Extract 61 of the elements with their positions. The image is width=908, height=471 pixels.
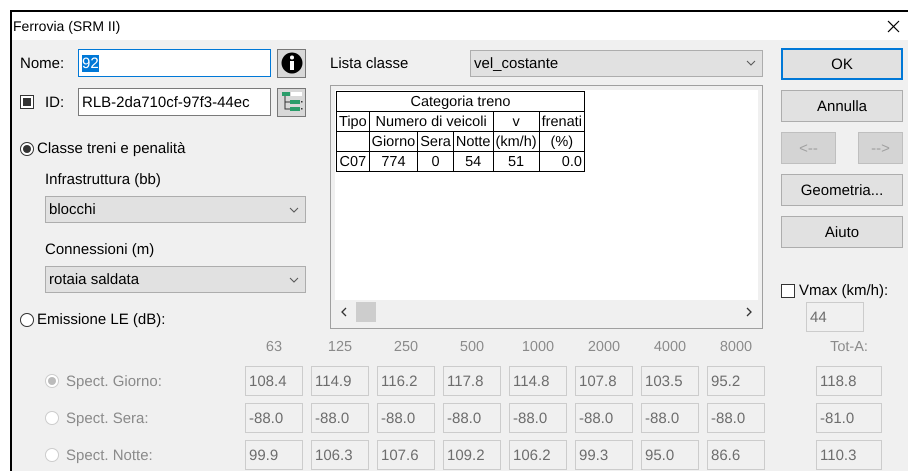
dialog-button[interactable]: Geometria... (781, 174, 903, 206)
dialog-button[interactable]: Aiuto (781, 216, 903, 248)
table-cell: 54 (453, 152, 494, 172)
close-icon[interactable] (887, 20, 900, 32)
connections-dropdown[interactable]: rotaia saldata (45, 266, 306, 293)
total-label: Tot-A: (829, 339, 869, 357)
table-title: Categoria treno (336, 92, 584, 112)
option-label: Classe treni e penalità (37, 140, 186, 157)
spectrum-label: Spect. Giorno: (66, 372, 162, 390)
table-cell: 0.0 (539, 152, 584, 172)
checkbox[interactable] (20, 95, 34, 109)
id-label: ID: (45, 94, 66, 110)
radio-button[interactable] (20, 312, 34, 326)
infrastructure-dropdown[interactable]: blocchi (45, 196, 306, 223)
info-button[interactable] (277, 48, 306, 78)
table-cell: 774 (369, 152, 418, 172)
field-label: Lista classe (330, 54, 410, 72)
empty-header-cell (336, 132, 370, 152)
tree-button[interactable] (277, 88, 306, 116)
band-label: 63 (264, 339, 284, 357)
table-cell: 51 (493, 152, 540, 172)
info-icon (280, 52, 302, 74)
table-cell: C07 (336, 152, 370, 172)
name-label: Nome: (20, 54, 66, 72)
vmax-label: Vmax (km/h): (799, 282, 888, 299)
field-label: Infrastruttura (bb) (45, 171, 162, 188)
band-label: 250 (392, 339, 420, 357)
column-header: Numero di veicoli (369, 112, 494, 132)
column-header: v (493, 112, 540, 132)
dialog-button[interactable]: Annulla (781, 90, 903, 122)
id-input-field[interactable]: RLB-2da710cf-97f3-44ec (78, 88, 271, 116)
chevron-down-icon (289, 276, 299, 282)
column-header: Tipo (336, 112, 370, 132)
band-label: 500 (458, 339, 486, 357)
band-label: 125 (326, 339, 354, 357)
spectrum-label: Spect. Notte: (66, 446, 153, 464)
name-input-field[interactable]: 92 (78, 49, 271, 77)
class-list-dropdown[interactable]: vel_costante (470, 50, 763, 76)
column-header: (km/h) (493, 132, 540, 152)
field-label: Connessioni (m) (45, 241, 156, 258)
column-header: (%) (539, 132, 584, 152)
tree-list-icon (280, 91, 302, 113)
band-label: 2000 (586, 339, 622, 357)
band-label: 8000 (718, 339, 754, 357)
scrollbar-thumb[interactable] (356, 302, 376, 322)
band-label: 4000 (652, 339, 688, 357)
chevron-left-icon (341, 307, 347, 317)
chevron-down-icon (746, 60, 756, 66)
spectrum-label: Spect. Sera: (66, 410, 149, 426)
chevron-down-icon (289, 206, 299, 212)
column-header: frenati (539, 112, 584, 132)
column-header: Notte (453, 132, 494, 152)
column-header: Giorno (369, 132, 418, 152)
band-label: 1000 (520, 339, 556, 357)
table-cell: 0 (418, 152, 454, 172)
column-header: Sera (418, 132, 454, 152)
window-title: Ferrovia (SRM II) (13, 18, 120, 34)
option-label: Emissione LE (dB): (37, 311, 166, 328)
chevron-right-icon (746, 307, 752, 317)
radio-button[interactable] (20, 142, 34, 156)
dialog-button[interactable]: OK (781, 48, 903, 80)
